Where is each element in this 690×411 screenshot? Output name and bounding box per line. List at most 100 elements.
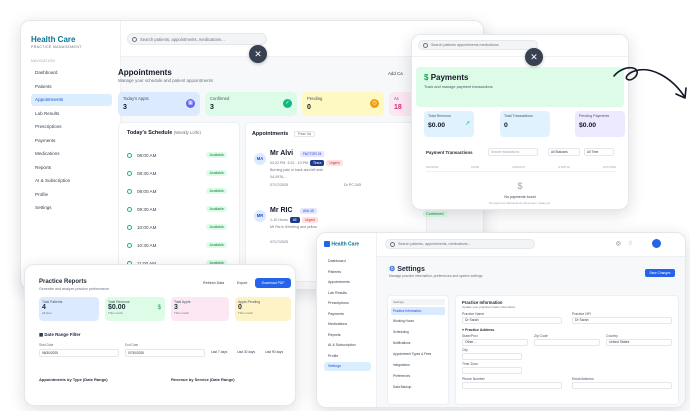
appointment-date: 07/17/2025 [270,183,288,187]
tab-appointment-types[interactable]: Appointment Types & Fees [391,350,445,358]
end-date-input[interactable]: 07/30/2025 [125,349,205,357]
state-select[interactable]: Other ... [462,339,528,346]
tab-data-backup[interactable]: Data Backup [391,383,445,391]
dollar-icon: $ [157,305,161,311]
add-button[interactable]: Add Ca [388,71,403,76]
status-filter-select[interactable]: All Statuses [548,148,580,156]
clock-icon [127,224,132,230]
email-input[interactable] [572,382,672,389]
urgent-badge: Urgent [301,217,319,223]
page-subtitle: Track and manage payment transactions [424,85,493,89]
sidebar-item-medications[interactable]: Medications [31,148,112,160]
sidebar-item-settings[interactable]: Settings [31,202,112,214]
tab-notifications[interactable]: Notifications [391,339,445,347]
last-90-days-button[interactable]: Last 90 days [265,350,283,354]
npi-input[interactable]: Dr Sarah [572,317,672,324]
stat-pending: Pending 0 ◷ [302,92,384,116]
country-select[interactable]: United States [606,339,672,346]
globe-icon[interactable]: ◎ [616,240,621,247]
phone-input[interactable] [462,382,562,389]
sidebar-item-medications[interactable]: Medications [324,320,371,329]
payments-window: Search patients appointments medications… [411,34,629,210]
time-filter-select[interactable]: All Time [584,148,614,156]
practice-name-input[interactable]: Dr Sarah [462,317,562,324]
city-input[interactable] [462,353,522,360]
export-button[interactable]: Export [237,281,247,285]
sidebar-item-reports[interactable]: Reports [324,331,371,340]
sidebar-item-profile[interactable]: Profile [31,189,112,201]
page-title: Practice Reports [39,279,87,285]
last-7-days-button[interactable]: Last 7 days [211,350,227,354]
sidebar-item-ai-subscription[interactable]: AI & Subscription [324,341,371,350]
clock-icon: ◷ [370,99,379,108]
time-slot[interactable]: 08:00 AM Available [127,150,227,160]
page-subtitle: Manage practice information, preferences… [389,274,483,278]
start-date-label: Start Date [39,343,54,347]
search-icon [390,241,395,247]
sidebar-item-dashboard[interactable]: Dashboard [31,67,112,79]
email-label: Email Address [572,377,594,381]
sidebar-item-profile[interactable]: Profile [324,352,371,361]
tab-scheduling[interactable]: Scheduling [391,328,445,336]
zip-input[interactable] [534,339,600,346]
stat-value: $0.00 [428,122,446,129]
time-slot[interactable]: 10:30 AM Available [127,240,227,250]
sidebar-item-prescriptions[interactable]: Prescriptions [31,121,112,133]
sidebar-item-dashboard[interactable]: Dashboard [324,257,371,266]
transactions-title: Payment Transactions [426,150,473,155]
dollar-icon: $ [517,181,523,191]
stat-value: $0.00 [579,122,597,129]
tab-working-hours[interactable]: Working Hours [391,317,445,325]
tab-integrations[interactable]: Integrations [391,361,445,369]
appointments-filter[interactable]: Past 3d [294,131,315,137]
sidebar-item-lab-results[interactable]: Lab Results [324,289,371,298]
status-badge: Available [206,242,227,248]
sidebar-item-patients[interactable]: Patients [324,268,371,277]
time-slot[interactable]: 08:30 AM Available [127,168,227,178]
time-slot[interactable]: 09:30 AM Available [127,204,227,214]
stat-confirmed: Confirmed 3 ✓ [205,92,297,116]
save-changes-button[interactable]: Save Changes [645,269,675,277]
sidebar-item-patients[interactable]: Patients [31,81,112,93]
sidebar-item-appointments[interactable]: Appointments [324,278,371,287]
time-zone-select[interactable] [462,367,522,374]
sidebar-item-settings[interactable]: Settings [324,362,371,372]
practice-name-label: Practice Name [462,312,485,316]
sidebar-item-lab-results[interactable]: Lab Results [31,108,112,120]
start-date-input[interactable]: 06/30/2025 [39,349,119,357]
sidebar-item-payments[interactable]: Payments [31,135,112,147]
sidebar-item-prescriptions[interactable]: Prescriptions [324,299,371,308]
transactions-search-input[interactable]: Search transactions [488,148,538,156]
bell-icon[interactable]: ♢ [628,240,633,247]
sidebar-item-payments[interactable]: Payments [324,310,371,319]
tab-preferences[interactable]: Preferences [391,372,445,380]
last-30-days-button[interactable]: Last 30 days [237,350,255,354]
brand-name: Health Care [31,35,76,44]
search-input[interactable]: Search patients, appointments, medicatio… [385,239,535,249]
time-slot[interactable]: 10:00 AM Available [127,222,227,232]
time-slot[interactable]: 09:00 AM Available [127,186,227,196]
pin-icon: ⌖ [462,328,465,332]
refresh-button[interactable]: Refresh Data [203,281,224,285]
stat-label: Today's Appts [123,96,149,101]
nav-section-label: NAVIGATION [31,59,56,63]
country-label: Country [606,334,618,338]
avatar[interactable] [652,239,661,248]
zip-label: Zip Code [534,334,548,338]
search-input[interactable]: Search patients, appointments, medicatio… [127,33,267,45]
tab-practice-information[interactable]: Practice Information [391,307,445,315]
appointment-item[interactable]: MA Mr Alvi FACTOR 24 03:22 PM 3:22 - 10 … [254,150,418,200]
stat-todays-appts: Today's Appts 3 ▦ [118,92,200,116]
search-input[interactable]: Search patients appointments medications [418,40,538,50]
sidebar-item-reports[interactable]: Reports [31,162,112,174]
check-icon: ✓ [283,99,292,108]
sidebar: Health Care PRACTICE MANAGEMENT NAVIGATI… [21,21,121,289]
close-icon[interactable]: ✕ [249,45,267,63]
sidebar-item-appointments[interactable]: Appointments [31,94,112,106]
download-pdf-button[interactable]: Download PDF [255,278,291,288]
gear-icon: ⚙ [389,266,396,273]
close-icon[interactable]: ✕ [525,48,543,66]
search-placeholder: Search patients appointments medications [431,43,499,47]
patient-name: Mr RIC [270,207,293,214]
sidebar-item-ai-subscription[interactable]: AI & Subscription [31,175,112,187]
